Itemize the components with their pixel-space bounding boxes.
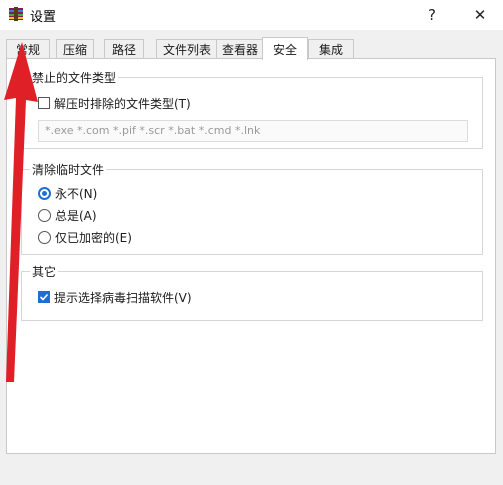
tab-integration[interactable]: 集成 xyxy=(308,39,354,58)
tab-compression[interactable]: 压缩 xyxy=(56,39,94,58)
help-button[interactable]: ? xyxy=(409,0,455,30)
group-title: 禁止的文件类型 xyxy=(30,69,119,86)
checkbox-label: 解压时排除的文件类型(T) xyxy=(54,96,191,111)
radio-never[interactable]: 永不(N) xyxy=(38,184,97,202)
security-panel: 禁止的文件类型 解压时排除的文件类型(T) *.exe *.com *.pif … xyxy=(6,58,496,454)
group-title: 清除临时文件 xyxy=(30,161,107,178)
checkbox-label: 提示选择病毒扫描软件(V) xyxy=(54,290,192,305)
clear-temp-files-group: 清除临时文件 永不(N) 总是(A) 仅已加密的(E) xyxy=(21,161,483,255)
winrar-app-icon xyxy=(9,7,23,21)
tab-bar: 常规 压缩 路径 文件列表 查看器 安全 集成 xyxy=(6,37,496,60)
close-button[interactable]: ✕ xyxy=(457,0,503,30)
radio-circle[interactable] xyxy=(38,230,51,244)
title-bar: 设置 ? ✕ xyxy=(0,0,503,30)
radio-always[interactable]: 总是(A) xyxy=(38,206,97,224)
tab-file-list[interactable]: 文件列表 xyxy=(156,39,218,58)
tab-security[interactable]: 安全 xyxy=(262,37,308,60)
other-group: 其它 提示选择病毒扫描软件(V) xyxy=(21,263,483,321)
tab-viewer[interactable]: 查看器 xyxy=(216,39,264,58)
tab-general[interactable]: 常规 xyxy=(6,39,50,58)
radio-circle[interactable] xyxy=(38,208,51,222)
checkmark-icon xyxy=(39,293,49,301)
window-title: 设置 xyxy=(30,10,57,25)
radio-label: 永不(N) xyxy=(55,186,98,201)
virus-scan-checkbox[interactable]: 提示选择病毒扫描软件(V) xyxy=(38,288,192,306)
radio-label: 总是(A) xyxy=(55,208,97,223)
excluded-extensions-field[interactable]: *.exe *.com *.pif *.scr *.bat *.cmd *.ln… xyxy=(38,120,468,142)
radio-encrypted-only[interactable]: 仅已加密的(E) xyxy=(38,228,132,246)
forbidden-file-types-group: 禁止的文件类型 解压时排除的文件类型(T) *.exe *.com *.pif … xyxy=(21,69,483,149)
radio-circle[interactable] xyxy=(38,186,51,200)
checkbox-box[interactable] xyxy=(38,291,50,303)
checkbox-box[interactable] xyxy=(38,97,50,109)
radio-label: 仅已加密的(E) xyxy=(55,230,132,245)
group-title: 其它 xyxy=(30,263,59,280)
tab-paths[interactable]: 路径 xyxy=(104,39,144,58)
exclude-file-types-checkbox[interactable]: 解压时排除的文件类型(T) xyxy=(38,94,191,112)
